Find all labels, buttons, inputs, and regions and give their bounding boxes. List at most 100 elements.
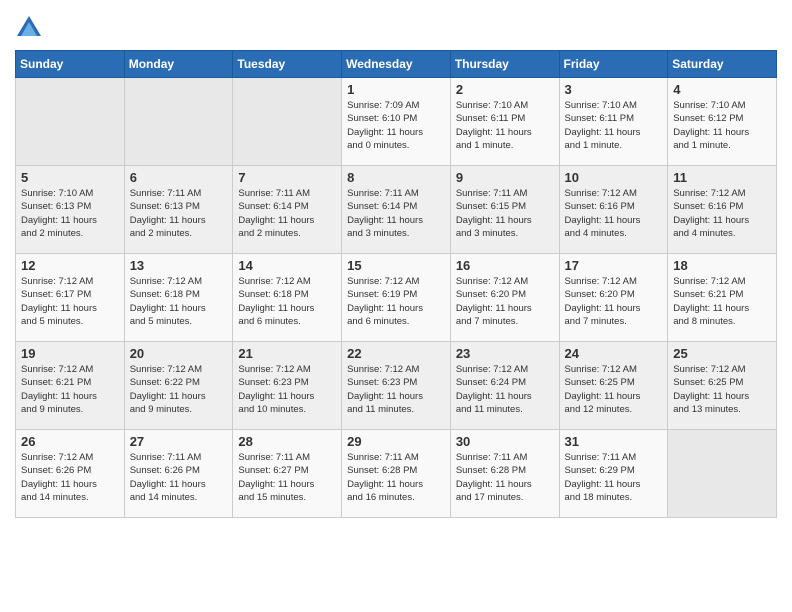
day-info: Sunrise: 7:12 AM Sunset: 6:17 PM Dayligh… bbox=[21, 275, 119, 328]
day-number: 30 bbox=[456, 434, 554, 449]
day-number: 21 bbox=[238, 346, 336, 361]
calendar-cell: 15 Sunrise: 7:12 AM Sunset: 6:19 PM Dayli… bbox=[342, 254, 451, 342]
week-row-3: 12 Sunrise: 7:12 AM Sunset: 6:17 PM Dayli… bbox=[16, 254, 777, 342]
day-info: Sunrise: 7:11 AM Sunset: 6:28 PM Dayligh… bbox=[347, 451, 445, 504]
day-info: Sunrise: 7:11 AM Sunset: 6:26 PM Dayligh… bbox=[130, 451, 228, 504]
day-info: Sunrise: 7:11 AM Sunset: 6:13 PM Dayligh… bbox=[130, 187, 228, 240]
calendar-cell: 10Sunrise: 7:12 AM Sunset: 6:16 PM Dayli… bbox=[559, 166, 668, 254]
day-info: Sunrise: 7:12 AM Sunset: 6:21 PM Dayligh… bbox=[673, 275, 771, 328]
day-info: Sunrise: 7:12 AM Sunset: 6:21 PM Dayligh… bbox=[21, 363, 119, 416]
day-header-thursday: Thursday bbox=[450, 51, 559, 78]
day-info: Sunrise: 7:11 AM Sunset: 6:27 PM Dayligh… bbox=[238, 451, 336, 504]
calendar-cell bbox=[124, 78, 233, 166]
day-info: Sunrise: 7:12 AM Sunset: 6:25 PM Dayligh… bbox=[565, 363, 663, 416]
calendar-cell: 9 Sunrise: 7:11 AM Sunset: 6:15 PM Daylig… bbox=[450, 166, 559, 254]
day-header-friday: Friday bbox=[559, 51, 668, 78]
day-header-sunday: Sunday bbox=[16, 51, 125, 78]
day-number: 4 bbox=[673, 82, 771, 97]
calendar-cell: 3 Sunrise: 7:10 AM Sunset: 6:11 PM Daylig… bbox=[559, 78, 668, 166]
day-number: 16 bbox=[456, 258, 554, 273]
calendar-cell: 19Sunrise: 7:12 AM Sunset: 6:21 PM Dayli… bbox=[16, 342, 125, 430]
day-info: Sunrise: 7:12 AM Sunset: 6:25 PM Dayligh… bbox=[673, 363, 771, 416]
calendar-cell: 4 Sunrise: 7:10 AM Sunset: 6:12 PM Daylig… bbox=[668, 78, 777, 166]
calendar-cell bbox=[668, 430, 777, 518]
day-header-row: SundayMondayTuesdayWednesdayThursdayFrid… bbox=[16, 51, 777, 78]
day-number: 22 bbox=[347, 346, 445, 361]
day-number: 15 bbox=[347, 258, 445, 273]
calendar-cell: 22 Sunrise: 7:12 AM Sunset: 6:23 PM Dayli… bbox=[342, 342, 451, 430]
calendar-cell: 21 Sunrise: 7:12 AM Sunset: 6:23 PM Dayli… bbox=[233, 342, 342, 430]
day-number: 18 bbox=[673, 258, 771, 273]
day-info: Sunrise: 7:11 AM Sunset: 6:14 PM Dayligh… bbox=[347, 187, 445, 240]
calendar-cell: 17Sunrise: 7:12 AM Sunset: 6:20 PM Dayli… bbox=[559, 254, 668, 342]
day-info: Sunrise: 7:09 AM Sunset: 6:10 PM Dayligh… bbox=[347, 99, 445, 152]
calendar-cell: 1 Sunrise: 7:09 AM Sunset: 6:10 PM Daylig… bbox=[342, 78, 451, 166]
calendar-cell: 30 Sunrise: 7:11 AM Sunset: 6:28 PM Dayli… bbox=[450, 430, 559, 518]
calendar-cell: 25 Sunrise: 7:12 AM Sunset: 6:25 PM Dayli… bbox=[668, 342, 777, 430]
calendar-body: 1 Sunrise: 7:09 AM Sunset: 6:10 PM Daylig… bbox=[16, 78, 777, 518]
calendar-cell: 20 Sunrise: 7:12 AM Sunset: 6:22 PM Dayli… bbox=[124, 342, 233, 430]
calendar-cell: 14Sunrise: 7:12 AM Sunset: 6:18 PM Dayli… bbox=[233, 254, 342, 342]
calendar-cell: 28Sunrise: 7:11 AM Sunset: 6:27 PM Dayli… bbox=[233, 430, 342, 518]
day-info: Sunrise: 7:11 AM Sunset: 6:28 PM Dayligh… bbox=[456, 451, 554, 504]
calendar-cell: 12 Sunrise: 7:12 AM Sunset: 6:17 PM Dayli… bbox=[16, 254, 125, 342]
day-header-tuesday: Tuesday bbox=[233, 51, 342, 78]
day-info: Sunrise: 7:12 AM Sunset: 6:16 PM Dayligh… bbox=[565, 187, 663, 240]
day-info: Sunrise: 7:12 AM Sunset: 6:19 PM Dayligh… bbox=[347, 275, 445, 328]
day-number: 9 bbox=[456, 170, 554, 185]
day-info: Sunrise: 7:10 AM Sunset: 6:11 PM Dayligh… bbox=[456, 99, 554, 152]
day-number: 5 bbox=[21, 170, 119, 185]
day-info: Sunrise: 7:12 AM Sunset: 6:26 PM Dayligh… bbox=[21, 451, 119, 504]
day-info: Sunrise: 7:10 AM Sunset: 6:11 PM Dayligh… bbox=[565, 99, 663, 152]
calendar-cell: 24 Sunrise: 7:12 AM Sunset: 6:25 PM Dayli… bbox=[559, 342, 668, 430]
calendar-cell: 7 Sunrise: 7:11 AM Sunset: 6:14 PM Daylig… bbox=[233, 166, 342, 254]
day-number: 7 bbox=[238, 170, 336, 185]
day-number: 12 bbox=[21, 258, 119, 273]
day-number: 25 bbox=[673, 346, 771, 361]
day-number: 20 bbox=[130, 346, 228, 361]
day-number: 3 bbox=[565, 82, 663, 97]
day-info: Sunrise: 7:10 AM Sunset: 6:13 PM Dayligh… bbox=[21, 187, 119, 240]
day-number: 27 bbox=[130, 434, 228, 449]
logo-icon bbox=[15, 14, 43, 42]
calendar-cell: 2 Sunrise: 7:10 AM Sunset: 6:11 PM Daylig… bbox=[450, 78, 559, 166]
day-header-monday: Monday bbox=[124, 51, 233, 78]
week-row-4: 19Sunrise: 7:12 AM Sunset: 6:21 PM Dayli… bbox=[16, 342, 777, 430]
day-info: Sunrise: 7:11 AM Sunset: 6:29 PM Dayligh… bbox=[565, 451, 663, 504]
day-info: Sunrise: 7:12 AM Sunset: 6:20 PM Dayligh… bbox=[456, 275, 554, 328]
week-row-1: 1 Sunrise: 7:09 AM Sunset: 6:10 PM Daylig… bbox=[16, 78, 777, 166]
day-info: Sunrise: 7:11 AM Sunset: 6:15 PM Dayligh… bbox=[456, 187, 554, 240]
day-info: Sunrise: 7:12 AM Sunset: 6:20 PM Dayligh… bbox=[565, 275, 663, 328]
day-number: 26 bbox=[21, 434, 119, 449]
calendar-table: SundayMondayTuesdayWednesdayThursdayFrid… bbox=[15, 50, 777, 518]
day-info: Sunrise: 7:11 AM Sunset: 6:14 PM Dayligh… bbox=[238, 187, 336, 240]
logo bbox=[15, 14, 47, 42]
day-info: Sunrise: 7:12 AM Sunset: 6:18 PM Dayligh… bbox=[130, 275, 228, 328]
calendar-cell: 16 Sunrise: 7:12 AM Sunset: 6:20 PM Dayli… bbox=[450, 254, 559, 342]
day-info: Sunrise: 7:12 AM Sunset: 6:16 PM Dayligh… bbox=[673, 187, 771, 240]
day-number: 24 bbox=[565, 346, 663, 361]
day-number: 11 bbox=[673, 170, 771, 185]
calendar-cell: 31 Sunrise: 7:11 AM Sunset: 6:29 PM Dayli… bbox=[559, 430, 668, 518]
day-number: 13 bbox=[130, 258, 228, 273]
calendar-cell: 13 Sunrise: 7:12 AM Sunset: 6:18 PM Dayli… bbox=[124, 254, 233, 342]
day-info: Sunrise: 7:12 AM Sunset: 6:23 PM Dayligh… bbox=[347, 363, 445, 416]
calendar-header: SundayMondayTuesdayWednesdayThursdayFrid… bbox=[16, 51, 777, 78]
calendar-cell bbox=[16, 78, 125, 166]
calendar-cell: 18 Sunrise: 7:12 AM Sunset: 6:21 PM Dayli… bbox=[668, 254, 777, 342]
calendar-cell: 5 Sunrise: 7:10 AM Sunset: 6:13 PM Daylig… bbox=[16, 166, 125, 254]
day-info: Sunrise: 7:10 AM Sunset: 6:12 PM Dayligh… bbox=[673, 99, 771, 152]
calendar-cell: 6Sunrise: 7:11 AM Sunset: 6:13 PM Daylig… bbox=[124, 166, 233, 254]
day-info: Sunrise: 7:12 AM Sunset: 6:23 PM Dayligh… bbox=[238, 363, 336, 416]
week-row-2: 5 Sunrise: 7:10 AM Sunset: 6:13 PM Daylig… bbox=[16, 166, 777, 254]
day-number: 23 bbox=[456, 346, 554, 361]
day-number: 8 bbox=[347, 170, 445, 185]
page-header bbox=[15, 10, 777, 42]
calendar-cell: 8 Sunrise: 7:11 AM Sunset: 6:14 PM Daylig… bbox=[342, 166, 451, 254]
day-number: 2 bbox=[456, 82, 554, 97]
day-number: 31 bbox=[565, 434, 663, 449]
day-number: 1 bbox=[347, 82, 445, 97]
day-info: Sunrise: 7:12 AM Sunset: 6:22 PM Dayligh… bbox=[130, 363, 228, 416]
day-number: 14 bbox=[238, 258, 336, 273]
calendar-cell: 29Sunrise: 7:11 AM Sunset: 6:28 PM Dayli… bbox=[342, 430, 451, 518]
